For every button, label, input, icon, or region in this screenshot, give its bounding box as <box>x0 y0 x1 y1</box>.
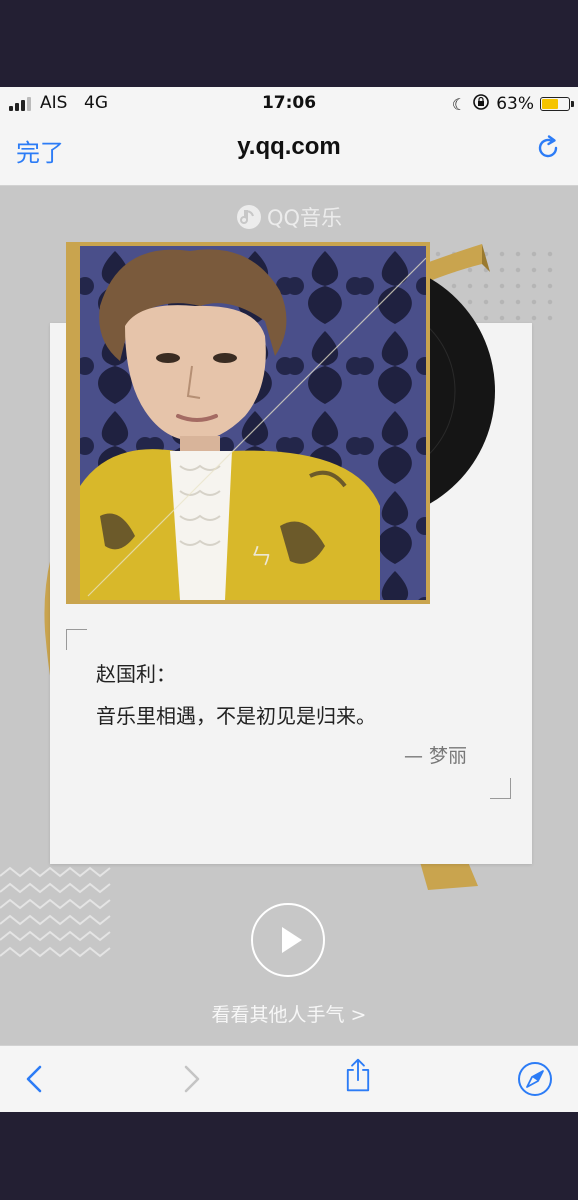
compass-icon[interactable] <box>517 1061 553 1097</box>
web-content: QQ音乐 ㄣ 赵国利： 音乐里相遇，不是初见是归来。 — 梦丽 看看其他人手气 … <box>0 186 578 1045</box>
phone-screen: AIS 4G 17:06 ☾ 63% 完了 y.qq.com QQ音乐 ㄣ 赵国… <box>0 87 578 1112</box>
brand-name: QQ音乐 <box>266 206 343 230</box>
forward-icon[interactable] <box>176 1062 210 1096</box>
album-mark: ㄣ <box>250 545 272 570</box>
album-cover[interactable]: ㄣ <box>66 242 430 604</box>
battery-percent: 63% <box>496 94 534 114</box>
reload-icon[interactable] <box>534 134 562 162</box>
battery-icon <box>540 97 574 111</box>
zigzag-decoration <box>0 866 111 958</box>
rotation-lock-icon <box>472 93 490 116</box>
moon-icon: ☾ <box>451 94 467 114</box>
status-bar: AIS 4G 17:06 ☾ 63% <box>0 87 578 119</box>
qq-music-note-icon <box>236 205 261 229</box>
page-url[interactable]: y.qq.com <box>0 133 578 161</box>
browser-toolbar <box>0 1045 578 1112</box>
album-artwork: ㄣ <box>80 246 426 600</box>
quote-mark-open <box>66 629 87 650</box>
gold-ribbon-bottom <box>420 862 478 890</box>
quote-mark-close <box>490 778 511 799</box>
qq-music-logo: QQ音乐 <box>0 202 578 232</box>
back-icon[interactable] <box>20 1062 54 1096</box>
quote-author: — 梦丽 <box>404 745 468 767</box>
quote-text: 音乐里相遇，不是初见是归来。 <box>96 704 376 728</box>
browser-nav-bar: 完了 y.qq.com <box>0 119 578 186</box>
share-icon[interactable] <box>341 1058 375 1092</box>
play-button[interactable] <box>251 903 325 977</box>
quote-recipient: 赵国利： <box>96 662 176 686</box>
others-luck-link[interactable]: 看看其他人手气 > <box>0 1000 578 1027</box>
